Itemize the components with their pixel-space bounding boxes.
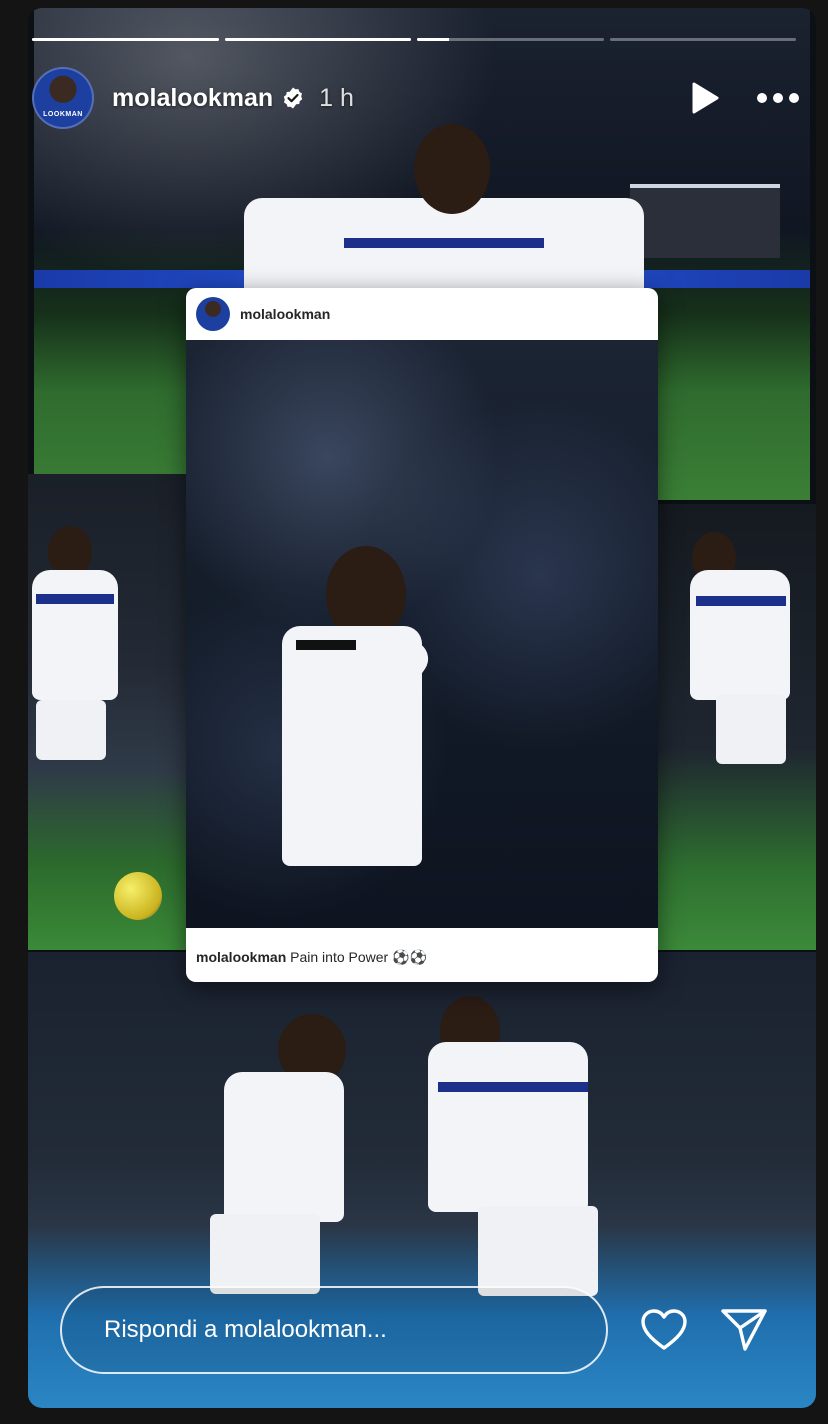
avatar-label: LOOKMAN [43,111,83,118]
verified-badge-icon [283,87,303,109]
more-horizontal-icon[interactable] [756,91,800,105]
story-progress [32,38,796,41]
story-username[interactable]: molalookman [112,84,273,113]
caption-text: Pain into Power ⚽⚽ [290,949,427,965]
post-photo[interactable] [186,340,658,928]
progress-segment [32,38,219,41]
progress-segment [609,38,796,41]
post-avatar[interactable] [196,297,230,331]
story-viewer[interactable]: molalookman molalookman Pain into Power … [28,8,816,1408]
progress-segment [417,38,604,41]
story-header: LOOKMAN molalookman 1 h [32,66,800,130]
heart-icon[interactable] [640,1308,688,1352]
reply-placeholder: Rispondi a molalookman... [104,1316,387,1343]
caption-username[interactable]: molalookman [196,949,286,965]
story-time: 1 h [319,83,354,112]
post-username[interactable]: molalookman [240,306,330,322]
collage-photo-left [28,474,188,950]
profile-avatar[interactable]: LOOKMAN [32,67,94,129]
shared-post-card[interactable]: molalookman molalookman Pain into Power … [186,288,658,982]
post-header: molalookman [186,288,658,340]
post-caption: molalookman Pain into Power ⚽⚽ [196,949,427,966]
reply-input[interactable]: Rispondi a molalookman... [60,1286,608,1374]
play-icon[interactable] [690,81,720,115]
collage-photo-right [656,504,816,950]
progress-segment [224,38,411,41]
send-icon[interactable] [720,1306,768,1352]
